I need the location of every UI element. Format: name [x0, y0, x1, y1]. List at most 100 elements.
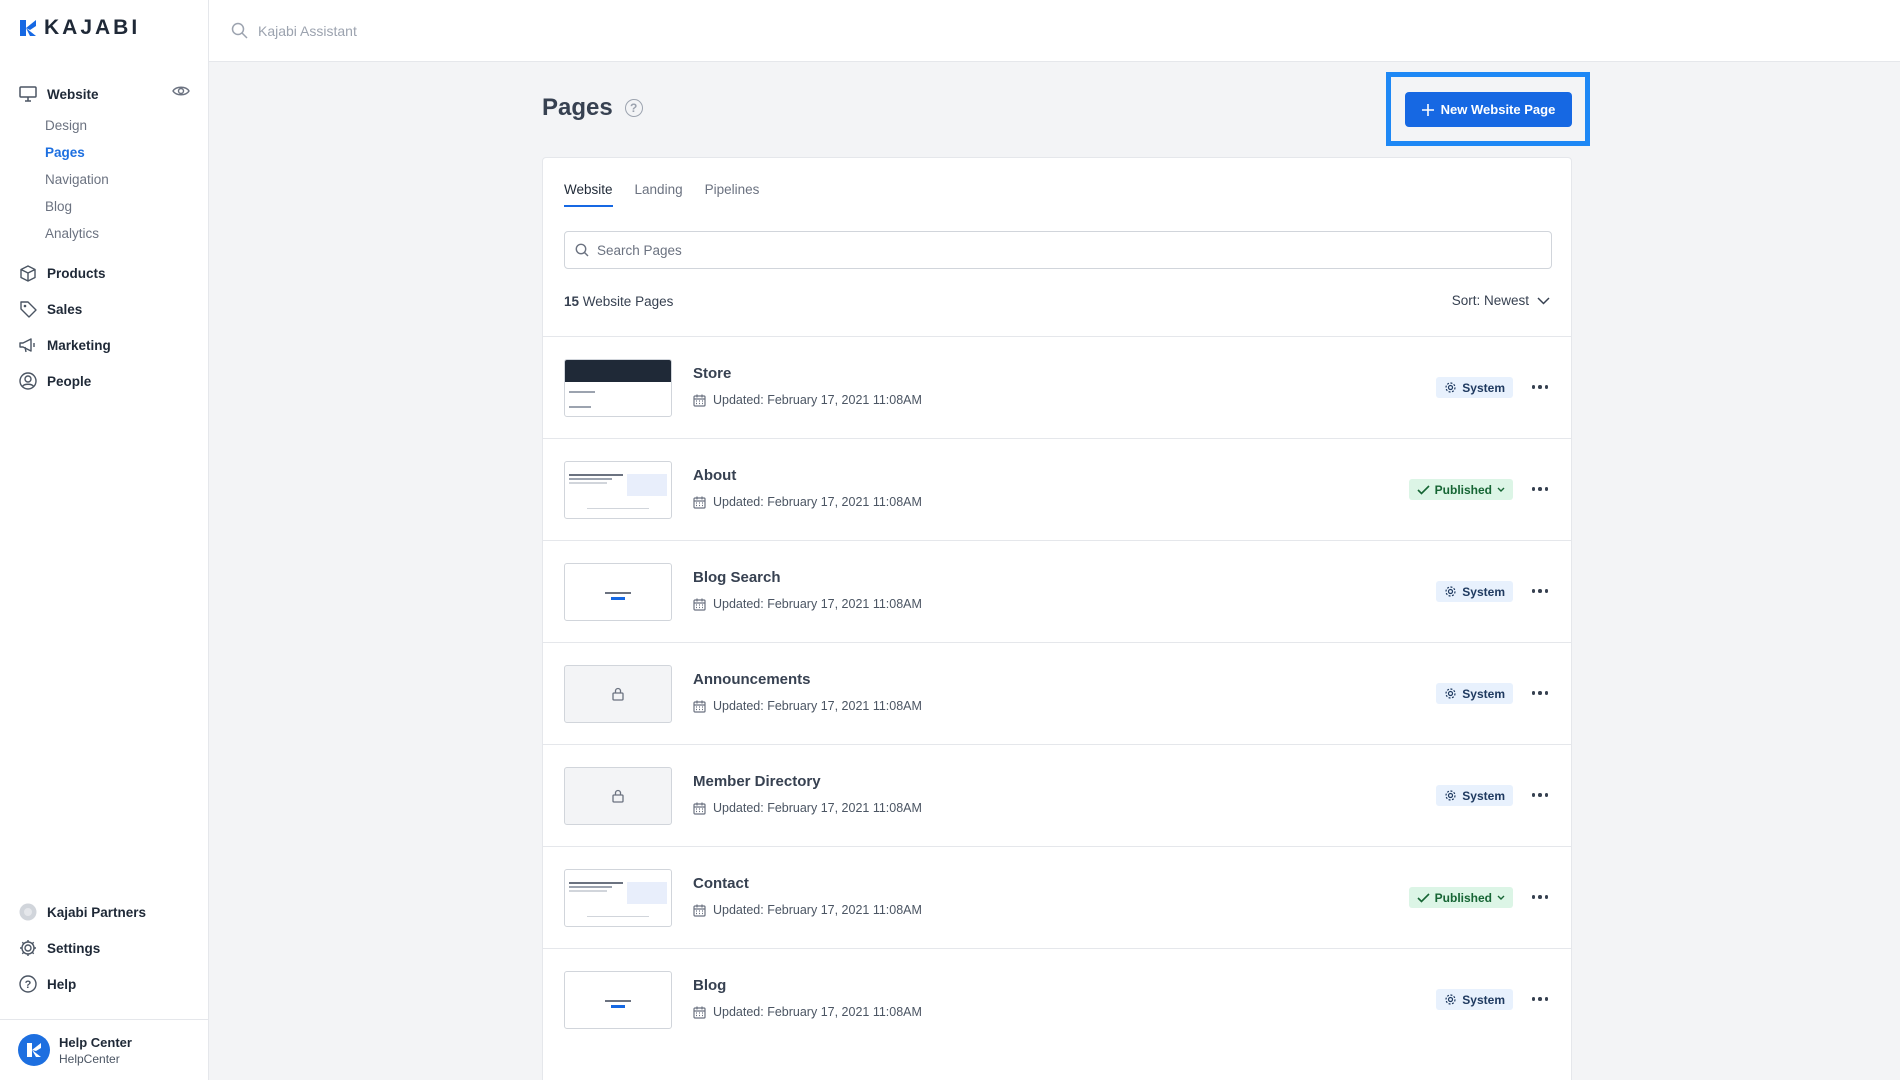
pages-card: Website Landing Pipelines 15 Website Pag… [542, 157, 1572, 1080]
calendar-icon [693, 394, 706, 407]
list-item[interactable]: Member Directory Updated: February 17, 2… [543, 744, 1571, 846]
logo-text: KAJABI [44, 16, 141, 39]
page-title-link[interactable]: Blog Search [693, 569, 781, 586]
sidebar-item-help[interactable]: ? Help [18, 966, 190, 1002]
search-icon [231, 22, 248, 39]
page-count-number: 15 [564, 294, 580, 309]
calendar-icon [693, 700, 706, 713]
list-item[interactable]: Contact Updated: February 17, 2021 11:08… [543, 846, 1571, 948]
gear-icon [1445, 790, 1456, 801]
sidebar-item-label: Kajabi Partners [47, 904, 147, 920]
page-thumbnail [564, 359, 672, 417]
more-options-icon[interactable] [1529, 479, 1551, 499]
pages-list: Store Updated: February 17, 2021 11:08AM… [543, 336, 1571, 1050]
sidebar-item-people[interactable]: People [18, 363, 190, 399]
sidebar-item-navigation[interactable]: Navigation [45, 166, 190, 193]
chevron-down-icon [1497, 895, 1505, 900]
page-title-text: Pages [542, 94, 613, 121]
status-badge[interactable]: Published [1408, 887, 1513, 908]
search-pages-box [564, 231, 1552, 269]
calendar-icon [693, 904, 706, 917]
page-title-link[interactable]: Blog [693, 977, 726, 994]
sidebar-item-label: Sales [47, 301, 83, 317]
page-thumbnail [564, 563, 672, 621]
status-badge-label: Published [1434, 482, 1492, 497]
sidebar-item-blog[interactable]: Blog [45, 193, 190, 220]
user-circle-icon [18, 371, 38, 391]
status-badge: System [1436, 785, 1513, 806]
new-website-page-button[interactable]: New Website Page [1405, 92, 1572, 127]
page-updated: Updated: February 17, 2021 11:08AM [693, 393, 922, 407]
sidebar-item-settings[interactable]: Settings [18, 930, 190, 966]
help-center-subtitle: HelpCenter [59, 1051, 120, 1066]
svg-text:?: ? [25, 979, 32, 991]
page-updated: Updated: February 17, 2021 11:08AM [693, 903, 922, 917]
page-type-tabs: Website Landing Pipelines [564, 182, 759, 207]
sidebar-bottom-nav: Kajabi Partners Settings ? Help [18, 894, 190, 1002]
sidebar-item-sales[interactable]: Sales [18, 291, 190, 327]
sidebar-item-pages[interactable]: Pages [45, 139, 190, 166]
sidebar-item-marketing[interactable]: Marketing [18, 327, 190, 363]
page-title-link[interactable]: Announcements [693, 671, 811, 688]
plus-icon [1421, 103, 1434, 116]
page-title-link[interactable]: Contact [693, 875, 749, 892]
list-item[interactable]: Store Updated: February 17, 2021 11:08AM… [543, 336, 1571, 438]
more-options-icon[interactable] [1529, 887, 1551, 907]
sidebar-item-analytics[interactable]: Analytics [45, 220, 190, 247]
help-center-footer[interactable]: Help Center HelpCenter [0, 1019, 208, 1080]
sidebar-item-label: Help [47, 976, 77, 992]
search-pages-input[interactable] [597, 242, 1497, 258]
more-options-icon[interactable] [1529, 377, 1551, 397]
sidebar-item-products[interactable]: Products [18, 255, 190, 291]
sidebar-item-design[interactable]: Design [45, 112, 190, 139]
page-updated-text: Updated: February 17, 2021 11:08AM [713, 597, 922, 611]
page-title-link[interactable]: About [693, 467, 736, 484]
kajabi-logo[interactable]: KAJABI [18, 16, 140, 40]
question-icon: ? [18, 974, 38, 994]
eye-icon[interactable] [172, 84, 190, 101]
kajabi-logo-icon [20, 20, 36, 36]
gear-icon [1445, 688, 1456, 699]
tab-website[interactable]: Website [564, 182, 613, 207]
calendar-icon [693, 1006, 706, 1019]
status-badge: System [1436, 683, 1513, 704]
sidebar-item-website[interactable]: Website [18, 76, 190, 112]
tab-pipelines[interactable]: Pipelines [705, 182, 760, 207]
list-item[interactable]: About Updated: February 17, 2021 11:08AM… [543, 438, 1571, 540]
page-updated-text: Updated: February 17, 2021 11:08AM [713, 903, 922, 917]
lock-icon [612, 789, 624, 803]
page-count: 15 Website Pages [564, 294, 673, 309]
more-options-icon[interactable] [1529, 581, 1551, 601]
more-options-icon[interactable] [1529, 989, 1551, 1009]
list-item[interactable]: Announcements Updated: February 17, 2021… [543, 642, 1571, 744]
more-options-icon[interactable] [1529, 785, 1551, 805]
page-thumbnail [564, 767, 672, 825]
sidebar-item-label: Website [47, 86, 99, 102]
status-badge[interactable]: Published [1408, 479, 1513, 500]
list-item[interactable]: Blog Updated: February 17, 2021 11:08AM … [543, 948, 1571, 1050]
tab-landing[interactable]: Landing [635, 182, 683, 207]
status-badge: System [1436, 989, 1513, 1010]
search-icon [575, 243, 589, 257]
page-title-link[interactable]: Store [693, 365, 731, 382]
calendar-icon [693, 496, 706, 509]
page-updated: Updated: February 17, 2021 11:08AM [693, 597, 922, 611]
help-question-icon[interactable]: ? [624, 99, 643, 117]
sort-dropdown[interactable]: Sort: Newest [1452, 293, 1550, 308]
status-badge-label: System [1462, 584, 1505, 599]
sidebar-item-kajabi-partners[interactable]: Kajabi Partners [18, 894, 190, 930]
help-center-title: Help Center [59, 1034, 132, 1050]
partners-icon [18, 902, 38, 922]
page-title-link[interactable]: Member Directory [693, 773, 821, 790]
sidebar-item-label: Settings [47, 940, 101, 956]
more-options-icon[interactable] [1529, 683, 1551, 703]
assistant-search[interactable]: Kajabi Assistant [231, 22, 357, 39]
list-item[interactable]: Blog Search Updated: February 17, 2021 1… [543, 540, 1571, 642]
page-updated: Updated: February 17, 2021 11:08AM [693, 495, 922, 509]
chevron-down-icon [1497, 487, 1505, 492]
page-thumbnail [564, 665, 672, 723]
topbar: Kajabi Assistant [209, 0, 1900, 62]
page-updated-text: Updated: February 17, 2021 11:08AM [713, 699, 922, 713]
status-badge-label: System [1462, 992, 1505, 1007]
website-subnav: Design Pages Navigation Blog Analytics [18, 112, 190, 247]
